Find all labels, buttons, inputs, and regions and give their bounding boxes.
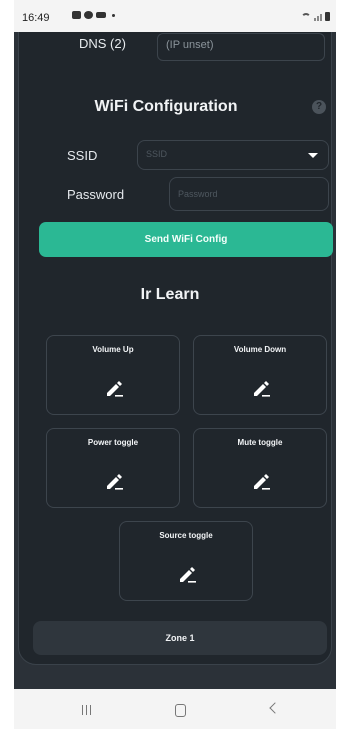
dns-label: DNS (2) [79, 36, 126, 51]
ir-button-volume-down[interactable]: Volume Down [193, 335, 327, 415]
wifi-icon [301, 13, 311, 21]
password-field[interactable]: Password [169, 177, 329, 211]
ssid-placeholder: SSID [146, 149, 168, 159]
ir-button-volume-up[interactable]: Volume Up [46, 335, 180, 415]
pencil-icon [254, 474, 270, 490]
ir-button-label: Volume Up [92, 345, 134, 354]
cloud-icon [96, 12, 106, 18]
pencil-icon [254, 381, 270, 397]
status-time: 16:49 [22, 12, 50, 24]
battery-icon [325, 12, 330, 21]
ssid-select[interactable]: SSID [137, 140, 329, 170]
wifi-configuration-title: WiFi Configuration [94, 98, 238, 115]
pencil-icon [107, 381, 123, 397]
password-placeholder: Password [178, 189, 218, 199]
dns-ip-field[interactable]: (IP unset) [157, 33, 325, 61]
system-navigation-bar [14, 689, 336, 729]
dns-ip-placeholder: (IP unset) [166, 39, 214, 51]
ssid-label: SSID [67, 148, 98, 163]
home-icon[interactable] [175, 704, 186, 717]
pencil-icon [180, 567, 196, 583]
ir-button-label: Power toggle [87, 438, 139, 447]
zone-1-button[interactable]: Zone 1 [33, 621, 327, 655]
dns-row: DNS (2) (IP unset) [19, 33, 333, 73]
ir-button-source-toggle[interactable]: Source toggle [119, 521, 253, 601]
calendar-icon [72, 11, 81, 19]
send-wifi-config-button[interactable]: Send WiFi Config [39, 222, 333, 257]
whatsapp-icon [84, 11, 93, 19]
password-label: Password [67, 187, 125, 202]
ir-button-label: Source toggle [159, 531, 213, 540]
more-notifications-icon [112, 13, 115, 17]
system-status-icons [301, 12, 330, 21]
ir-button-label: Volume Down [233, 345, 287, 354]
notification-icons [72, 11, 115, 19]
recent-apps-icon[interactable] [82, 705, 91, 715]
chevron-down-icon [308, 153, 318, 158]
app-screen: DNS (2) (IP unset) WiFi Configuration ? … [14, 32, 336, 689]
pencil-icon [107, 474, 123, 490]
signal-icon [314, 14, 322, 21]
ir-button-label: Mute toggle [237, 438, 283, 447]
help-icon[interactable]: ? [312, 100, 326, 114]
ir-button-power-toggle[interactable]: Power toggle [46, 428, 180, 508]
settings-card: DNS (2) (IP unset) WiFi Configuration ? … [18, 32, 333, 665]
back-icon[interactable] [269, 702, 281, 714]
status-bar: 16:49 [14, 0, 336, 32]
ir-learn-title: Ir Learn [140, 286, 200, 303]
ir-button-mute-toggle[interactable]: Mute toggle [193, 428, 327, 508]
